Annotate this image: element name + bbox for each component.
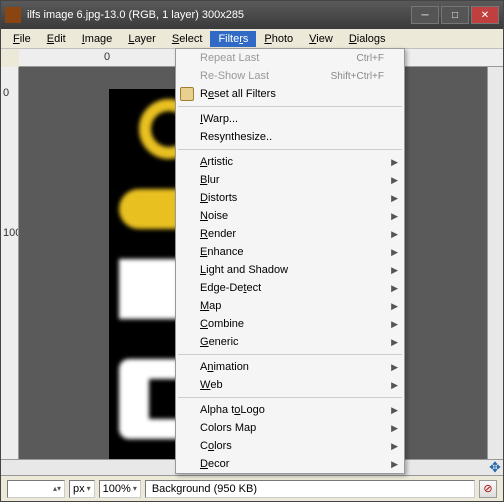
menu-select[interactable]: Select [164, 31, 211, 47]
menu-repeat-last[interactable]: Repeat LastCtrl+F [176, 49, 404, 67]
menu-resynthesize[interactable]: Resynthesize.. [176, 128, 404, 146]
window-title: ilfs image 6.jpg-13.0 (RGB, 1 layer) 300… [27, 9, 411, 21]
menu-web[interactable]: Web▶ [176, 376, 404, 394]
chevron-down-icon: ▾ [87, 484, 91, 493]
statusbar: ▴▾ px ▾ 100% ▾ Background (950 KB) ⊘ [1, 475, 503, 501]
menu-animation[interactable]: Animation▶ [176, 358, 404, 376]
submenu-arrow-icon: ▶ [391, 247, 398, 258]
submenu-arrow-icon: ▶ [391, 283, 398, 294]
chevron-down-icon: ▾ [133, 484, 137, 493]
menu-image[interactable]: Image [74, 31, 121, 47]
menu-edit[interactable]: Edit [39, 31, 74, 47]
menubar: File Edit Image Layer Select Filters Pho… [1, 29, 503, 49]
submenu-arrow-icon: ▶ [391, 265, 398, 276]
menu-render[interactable]: Render▶ [176, 225, 404, 243]
menu-edge-detect[interactable]: Edge-Detect▶ [176, 279, 404, 297]
menu-alpha-to-logo[interactable]: Alpha to Logo▶ [176, 401, 404, 419]
minimize-button[interactable]: ─ [411, 6, 439, 24]
menu-distorts[interactable]: Distorts▶ [176, 189, 404, 207]
menu-blur[interactable]: Blur▶ [176, 171, 404, 189]
menu-light-shadow[interactable]: Light and Shadow▶ [176, 261, 404, 279]
ruler-vertical: 0 100 [1, 67, 19, 459]
stepper-icon[interactable]: ▴▾ [53, 484, 61, 493]
submenu-arrow-icon: ▶ [391, 157, 398, 168]
menu-decor[interactable]: Decor▶ [176, 455, 404, 473]
submenu-arrow-icon: ▶ [391, 405, 398, 416]
position-field[interactable]: ▴▾ [7, 480, 65, 498]
reset-icon [180, 87, 194, 101]
filters-dropdown: Repeat LastCtrl+F Re-Show LastShift+Ctrl… [175, 48, 405, 474]
navigation-icon[interactable]: ✥ [487, 460, 503, 475]
unit-select[interactable]: px ▾ [69, 480, 95, 498]
submenu-arrow-icon: ▶ [391, 423, 398, 434]
submenu-arrow-icon: ▶ [391, 211, 398, 222]
menu-colors[interactable]: Colors▶ [176, 437, 404, 455]
menu-iwarp[interactable]: IWarp... [176, 110, 404, 128]
submenu-arrow-icon: ▶ [391, 380, 398, 391]
menu-noise[interactable]: Noise▶ [176, 207, 404, 225]
maximize-button[interactable]: □ [441, 6, 469, 24]
menu-combine[interactable]: Combine▶ [176, 315, 404, 333]
app-icon [5, 7, 21, 23]
menu-colors-map[interactable]: Colors Map▶ [176, 419, 404, 437]
submenu-arrow-icon: ▶ [391, 229, 398, 240]
menu-filters[interactable]: Filters [210, 31, 256, 47]
menu-generic[interactable]: Generic▶ [176, 333, 404, 351]
menu-artistic[interactable]: Artistic▶ [176, 153, 404, 171]
submenu-arrow-icon: ▶ [391, 301, 398, 312]
menu-map[interactable]: Map▶ [176, 297, 404, 315]
pos-input[interactable] [11, 483, 51, 495]
zoom-select[interactable]: 100% ▾ [99, 480, 141, 498]
menu-photo[interactable]: Photo [256, 31, 301, 47]
titlebar[interactable]: ilfs image 6.jpg-13.0 (RGB, 1 layer) 300… [1, 1, 503, 29]
submenu-arrow-icon: ▶ [391, 441, 398, 452]
menu-file[interactable]: File [5, 31, 39, 47]
menu-layer[interactable]: Layer [120, 31, 164, 47]
submenu-arrow-icon: ▶ [391, 193, 398, 204]
scrollbar-vertical[interactable] [487, 67, 503, 459]
submenu-arrow-icon: ▶ [391, 362, 398, 373]
close-button[interactable]: ✕ [471, 6, 499, 24]
submenu-arrow-icon: ▶ [391, 175, 398, 186]
menu-dialogs[interactable]: Dialogs [341, 31, 394, 47]
menu-reshow-last[interactable]: Re-Show LastShift+Ctrl+F [176, 67, 404, 85]
submenu-arrow-icon: ▶ [391, 337, 398, 348]
submenu-arrow-icon: ▶ [391, 319, 398, 330]
menu-reset-filters[interactable]: Reset all Filters [176, 85, 404, 103]
submenu-arrow-icon: ▶ [391, 459, 398, 470]
layer-status: Background (950 KB) [145, 480, 475, 498]
menu-enhance[interactable]: Enhance▶ [176, 243, 404, 261]
menu-view[interactable]: View [301, 31, 341, 47]
cancel-button[interactable]: ⊘ [479, 480, 497, 498]
